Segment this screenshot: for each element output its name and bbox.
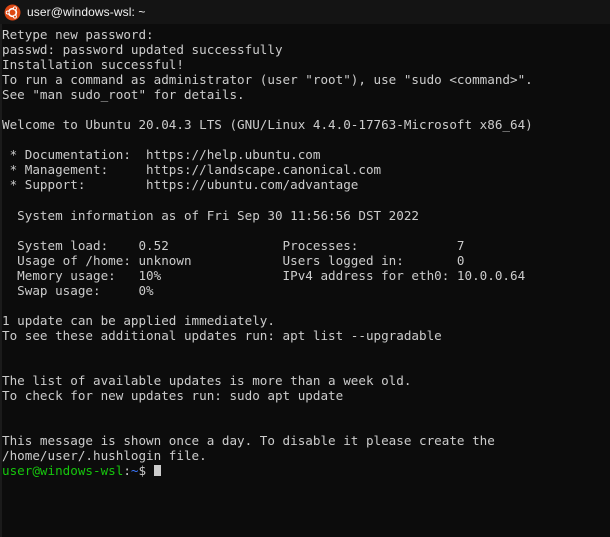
terminal-line-support: * Support: https://ubuntu.com/advantage [2,177,359,193]
terminal-body[interactable]: Retype new password: passwd: password up… [0,24,610,537]
terminal-line-updates-stale: The list of available updates is more th… [2,373,412,389]
terminal-line-swap-usage: Swap usage: 0% [2,282,154,298]
terminal-line: Retype new password: [2,27,154,42]
terminal-line-hushlogin-2: /home/user/.hushlogin file. [2,448,207,464]
shell-prompt-line[interactable]: user@windows-wsl:~$ [2,463,610,478]
ubuntu-logo-icon [4,4,21,20]
window-title: user@windows-wsl: ~ [27,5,146,19]
terminal-window: user@windows-wsl: ~ Retype new password:… [0,0,610,537]
terminal-line-management: * Management: https://landscape.canonica… [2,162,382,178]
terminal-line-usage-home: Usage of /home: unknown Users logged in:… [2,252,465,268]
terminal-line: To run a command as administrator (user … [2,72,533,88]
terminal-line-system-load: System load: 0.52 Processes: 7 [2,237,465,253]
terminal-line: passwd: password updated successfully [2,42,283,58]
terminal-line-check-updates: To check for new updates run: sudo apt u… [2,388,344,404]
prompt-user-host: user@windows-wsl [2,463,124,479]
terminal-line-memory-usage: Memory usage: 10% IPv4 address for eth0:… [2,267,526,283]
terminal-line: See "man sudo_root" for details. [2,87,245,103]
terminal-line-welcome: Welcome to Ubuntu 20.04.3 LTS (GNU/Linux… [2,117,533,133]
terminal-screen[interactable]: Retype new password: passwd: password up… [2,27,610,537]
terminal-line-update-hint: To see these additional updates run: apt… [2,327,442,343]
terminal-line: Installation successful! [2,57,184,73]
terminal-line-update-count: 1 update can be applied immediately. [2,312,275,328]
prompt-dollar: $ [138,463,147,479]
terminal-line-hushlogin-1: This message is shown once a day. To dis… [2,433,495,449]
window-titlebar[interactable]: user@windows-wsl: ~ [0,0,610,24]
terminal-line-sysinfo-header: System information as of Fri Sep 30 11:5… [2,207,420,223]
prompt-colon: : [123,463,131,479]
terminal-line-documentation: * Documentation: https://help.ubuntu.com [2,147,321,163]
prompt-path: ~ [130,463,139,479]
text-cursor [153,465,162,477]
